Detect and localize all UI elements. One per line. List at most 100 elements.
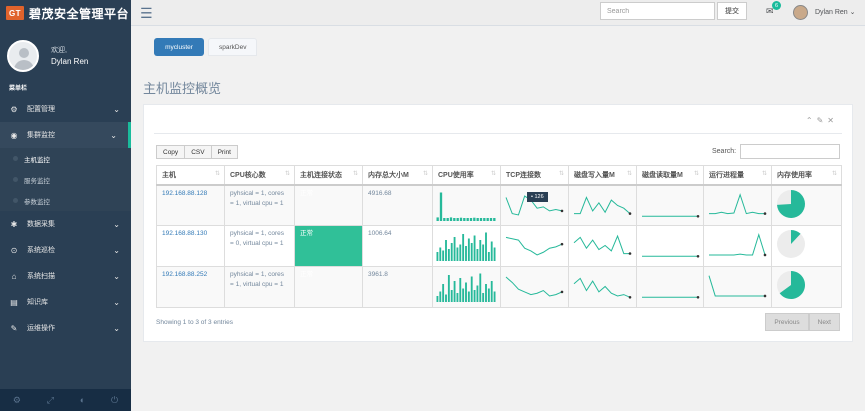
cpu-bar [442, 284, 445, 302]
cpu-bar [456, 247, 459, 261]
spark-endpoint [696, 255, 700, 258]
tab-mycluster[interactable]: mycluster [154, 38, 204, 56]
column-header[interactable]: 磁盘读取量M ⇅ [636, 165, 704, 186]
spark-line [708, 275, 765, 297]
disk-read-cell [636, 225, 704, 267]
cpu-info: pyhsical = 1, cores = 1, virtual cpu = 1 [224, 184, 295, 226]
spark-endpoint [763, 211, 767, 215]
wrench-icon[interactable]: ✎ [817, 116, 828, 125]
sidebar-item-eye[interactable]: ◉ 集群监控 ⌄ [0, 122, 131, 148]
submenu-item[interactable]: 服务监控 [0, 169, 131, 190]
page-title: 主机监控概览 [143, 81, 222, 96]
tab-sparkdev[interactable]: sparkDev [208, 38, 258, 56]
collapse-icon[interactable]: ⌃ [806, 116, 817, 125]
close-icon[interactable]: ✕ [827, 116, 838, 125]
spark-endpoint [628, 296, 632, 299]
disk-write-sparkline [573, 277, 632, 299]
column-header[interactable]: 磁盘写入量M ⇅ [568, 165, 637, 186]
sidebar-item-gear[interactable]: ⚙ 配置管理 ⌄ [0, 96, 131, 122]
user-avatar[interactable] [793, 5, 808, 20]
power-icon[interactable]: ⏻ [111, 395, 118, 406]
cpu-bar [465, 282, 467, 302]
circle-dot-icon: ⊙ [10, 245, 18, 255]
spark-endpoint [560, 290, 564, 294]
column-header[interactable]: 主机 ⇅ [156, 165, 225, 186]
print-button[interactable]: Print [210, 145, 238, 159]
host-ip[interactable]: 192.168.88.130 [156, 225, 225, 267]
sort-icon: ⇅ [214, 170, 220, 177]
memory-usage-pie [777, 230, 805, 258]
gear-icon[interactable]: ⚙ [13, 395, 21, 406]
tcp-cell: • 126 [500, 184, 569, 226]
sort-icon: ⇅ [284, 170, 290, 177]
cpu-bar [453, 217, 456, 221]
submenu-item[interactable]: 参数监控 [0, 190, 131, 211]
submit-button[interactable]: 提交 [717, 2, 747, 20]
column-header[interactable]: CPU核心数 ⇅ [224, 165, 295, 186]
cpu-bar [439, 192, 443, 221]
column-header[interactable]: 内存总大小M ⇅ [362, 165, 433, 186]
welcome-text: 欢迎, [51, 47, 67, 54]
disk-write-sparkline [574, 195, 632, 215]
chevron-down-icon: ⌄ [113, 271, 120, 281]
submenu: 主机监控 服务监控 参数监控 [0, 148, 131, 211]
top-nav: ☰ 提交 ✉ 6 Dylan Ren ⌄ [131, 0, 865, 26]
column-header[interactable]: TCP连接数 ⇅ [500, 165, 569, 186]
cpu-bar [473, 217, 476, 221]
table-row[interactable]: 192.168.88.252 pyhsical = 1, cores = 1, v… [156, 266, 842, 308]
disk-read-sparkline [642, 296, 700, 299]
spark-endpoint [696, 214, 700, 218]
column-header[interactable]: CPU使用率 ⇅ [432, 165, 501, 186]
copy-button[interactable]: Copy [156, 145, 186, 159]
menu-title: 菜单栏 [9, 86, 28, 92]
chevron-down-icon: ⌄ [849, 9, 856, 16]
cpu-bar [462, 234, 465, 261]
column-header-label: 磁盘写入量M [574, 171, 615, 179]
user-menu[interactable]: Dylan Ren ⌄ [815, 8, 856, 16]
process-cell [703, 184, 772, 226]
table-row[interactable]: 192.168.88.128 pyhsical = 1, cores = 1, v… [156, 184, 842, 226]
bug-icon: ✱ [10, 219, 18, 229]
sidebar-item-label: 运维操作 [27, 325, 55, 332]
column-header-label: 运行进程量 [709, 171, 744, 179]
avatar[interactable] [7, 40, 39, 72]
submenu-item[interactable]: 主机监控 [0, 148, 131, 169]
cpu-bar [470, 243, 473, 261]
panel-tools: ⌃✎✕ [806, 116, 838, 125]
sidebar-item-bug[interactable]: ✱ 数据采集 ⌄ [0, 211, 131, 237]
host-ip[interactable]: 192.168.88.128 [156, 184, 225, 226]
next-button[interactable]: Next [808, 313, 840, 331]
disk-read-cell [636, 266, 704, 308]
cpu-bar [456, 217, 459, 221]
sidebar-item-label: 系统巡检 [27, 247, 55, 254]
sparkline-tooltip: • 126 [527, 191, 548, 202]
process-sparkline [708, 275, 767, 298]
sidebar: GT 碧茂安全管理平台 欢迎, Dylan Ren 菜单栏 ⚙ 配置管理 ⌄ ◉ 集群监… [0, 0, 131, 411]
table-row[interactable]: 192.168.88.130 pyhsical = 1, cores = 0, v… [156, 225, 842, 267]
cpu-usage-sparkline [436, 192, 496, 221]
brand[interactable]: GT 碧茂安全管理平台 [0, 0, 131, 26]
sidebar-item-wrench[interactable]: ✎ 运维操作 ⌄ [0, 315, 131, 341]
cpu-bar [453, 281, 456, 302]
search-input[interactable] [600, 2, 715, 20]
chevron-down-icon: ⌄ [113, 323, 120, 333]
sidebar-item-binoculars[interactable]: ⌂ 系统扫描 ⌄ [0, 263, 131, 289]
column-header[interactable]: 主机连接状态 ⇅ [294, 165, 363, 186]
process-cell [703, 225, 772, 267]
spark-line [709, 232, 766, 256]
sidebar-item-circle-dot[interactable]: ⊙ 系统巡检 ⌄ [0, 237, 131, 263]
previous-button[interactable]: Previous [765, 313, 809, 331]
fullscreen-icon[interactable]: ⤢ [47, 395, 54, 406]
gear-icon: ⚙ [10, 104, 18, 114]
table-search-input[interactable] [740, 144, 840, 159]
disk-read-sparkline [642, 255, 700, 258]
column-header-label: 内存总大小M [368, 171, 409, 179]
host-ip[interactable]: 192.168.88.252 [156, 266, 225, 308]
eye-slash-icon[interactable]: ◐ [80, 395, 85, 405]
column-header[interactable]: 内存使用率 ⇅ [771, 165, 842, 186]
column-header[interactable]: 运行进程量 ⇅ [703, 165, 772, 186]
sidebar-item-book[interactable]: ▤ 知识库 ⌄ [0, 289, 131, 315]
menu-toggle-icon[interactable]: ☰ [140, 5, 153, 22]
mail-badge: 6 [772, 1, 781, 10]
csv-button[interactable]: CSV [184, 145, 212, 159]
